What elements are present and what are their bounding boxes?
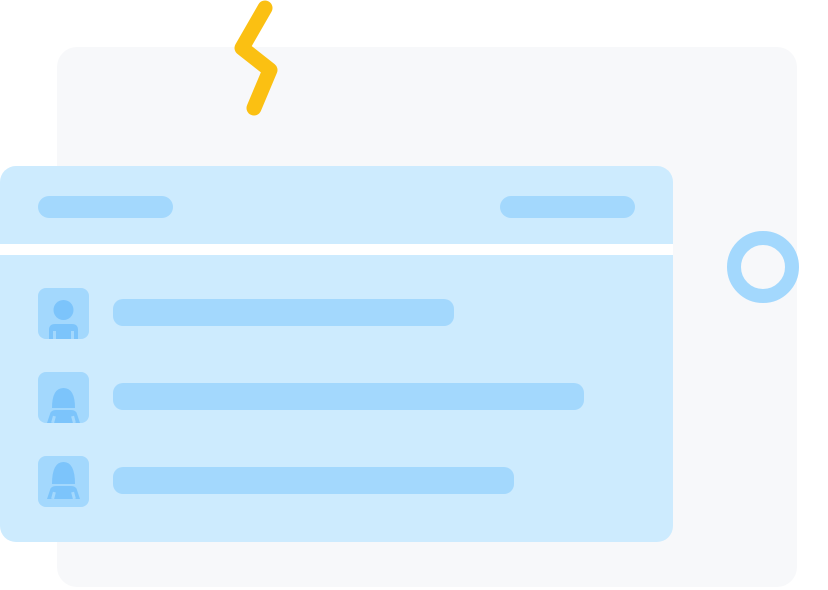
user-female-icon: [38, 372, 89, 423]
lightning-bolt-icon: [234, 0, 278, 116]
list-item-text-placeholder: [113, 383, 584, 410]
list-item[interactable]: [0, 456, 673, 508]
header-title-placeholder: [38, 196, 173, 218]
list-item[interactable]: [0, 288, 673, 340]
ring-icon: [727, 231, 799, 303]
user-female-icon: [38, 456, 89, 507]
panel-body: [0, 255, 673, 542]
list-panel: [0, 166, 673, 542]
user-male-icon: [38, 288, 89, 339]
header-action-placeholder: [500, 196, 635, 218]
list-item[interactable]: [0, 372, 673, 424]
illustration-stage: [0, 0, 828, 590]
panel-header: [0, 166, 673, 244]
list-item-text-placeholder: [113, 467, 514, 494]
list-item-text-placeholder: [113, 299, 454, 326]
panel-divider: [0, 244, 673, 255]
